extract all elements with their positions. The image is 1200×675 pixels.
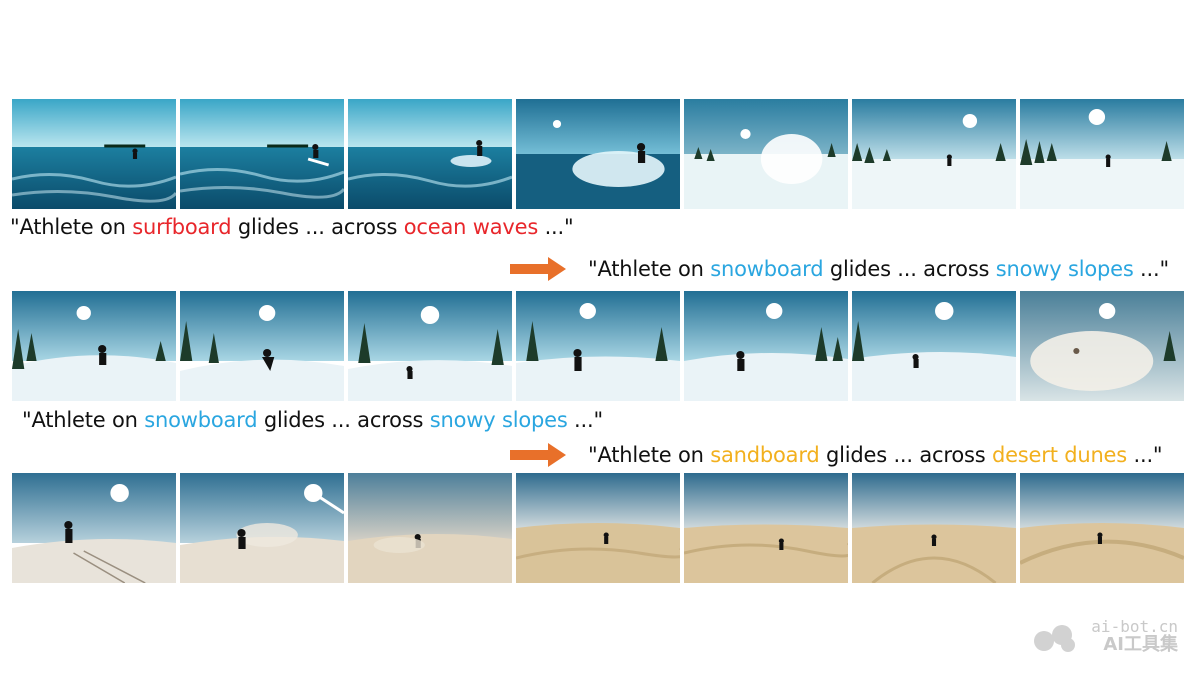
video-frame [1020,473,1184,583]
caption-highlight: desert dunes [991,443,1128,467]
video-frame [180,473,344,583]
caption-text: glides ... across [823,257,996,281]
video-frame [12,99,176,209]
video-frame [180,99,344,209]
video-frame [348,291,512,401]
figure-canvas: "Athlete on surfboard glides ... across … [0,0,1200,675]
caption-text: glides ... across [257,408,430,432]
frame-strip-row-3 [12,473,1184,583]
video-frame [348,473,512,583]
video-frame [12,291,176,401]
video-frame [684,99,848,209]
frame-strip-row-2 [12,291,1184,401]
caption-row-2: "Athlete on snowboard glides ... across … [22,408,603,432]
caption-highlight: ocean waves [403,215,539,239]
video-frame [684,473,848,583]
video-frame [852,473,1016,583]
caption-text: "Athlete on [10,215,133,239]
watermark-logo-icon [1034,625,1075,652]
video-frame [1020,291,1184,401]
caption-highlight: snowy slopes [995,257,1134,281]
video-frame [516,99,680,209]
video-frame [852,291,1016,401]
video-frame [852,99,1016,209]
caption-highlight: snowboard [144,408,258,432]
caption-highlight: surfboard [132,215,232,239]
video-frame [180,291,344,401]
caption-text: "Athlete on [588,257,711,281]
caption-highlight: sandboard [710,443,820,467]
caption-highlight: snowy slopes [429,408,568,432]
video-frame [1020,99,1184,209]
caption-row-1: "Athlete on surfboard glides ... across … [10,215,574,239]
caption-text: ..." [1127,443,1163,467]
arrow-right-icon [510,443,566,467]
video-frame [12,473,176,583]
caption-text: "Athlete on [588,443,711,467]
caption-text: ..." [538,215,574,239]
caption-row-1-target: "Athlete on snowboard glides ... across … [588,257,1169,281]
video-frame [348,99,512,209]
caption-text: ..." [567,408,603,432]
caption-row-2-target: "Athlete on sandboard glides ... across … [588,443,1163,467]
arrow-right-icon [510,257,566,281]
caption-highlight: snowboard [710,257,824,281]
caption-text: glides ... across [231,215,404,239]
watermark-bottom-text: AI工具集 [1103,634,1178,656]
video-frame [684,291,848,401]
video-frame [516,473,680,583]
caption-text: ..." [1133,257,1169,281]
watermark: ai-bot.cn AI工具集 [1091,619,1178,655]
frame-strip-row-1 [12,99,1184,209]
video-frame [516,291,680,401]
caption-text: "Athlete on [22,408,145,432]
caption-text: glides ... across [819,443,992,467]
